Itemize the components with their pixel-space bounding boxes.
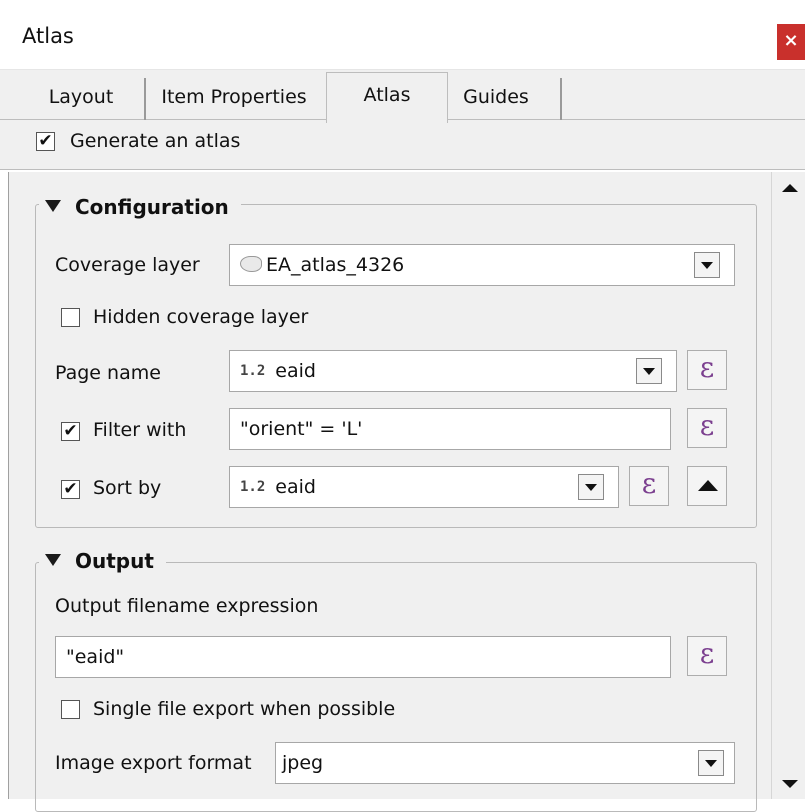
generate-atlas-checkbox[interactable]: ✔ xyxy=(36,132,55,151)
single-file-label: Single file export when possible xyxy=(93,698,396,720)
vertical-scrollbar[interactable] xyxy=(771,172,805,799)
output-filename-input[interactable]: "eaid" xyxy=(55,636,671,678)
sort-by-combo[interactable]: 1.2 eaid xyxy=(229,466,619,508)
tab-bar: Layout Item Properties Atlas Guides xyxy=(0,70,805,123)
generate-atlas-label: Generate an atlas xyxy=(70,130,241,152)
title-bar: Atlas × xyxy=(0,0,805,70)
numeric-field-icon: 1.2 xyxy=(240,363,266,379)
scroll-down-icon[interactable] xyxy=(782,780,798,788)
coverage-layer-value: EA_atlas_4326 xyxy=(266,254,405,276)
configuration-header[interactable]: Configuration xyxy=(39,195,241,219)
output-title: Output xyxy=(75,549,154,573)
page-name-value: eaid xyxy=(275,360,316,382)
filter-with-checkbox[interactable]: ✔ xyxy=(61,422,80,441)
window-title: Atlas xyxy=(22,24,74,48)
sort-by-label: Sort by xyxy=(93,477,162,499)
image-format-combo[interactable]: jpeg xyxy=(275,742,735,784)
close-button[interactable]: × xyxy=(777,24,805,60)
page-name-label: Page name xyxy=(55,362,161,384)
page-name-dropdown-icon[interactable] xyxy=(636,358,662,384)
image-format-value: jpeg xyxy=(282,752,324,774)
tab-layout[interactable]: Layout xyxy=(18,78,146,120)
single-file-checkbox[interactable] xyxy=(61,700,80,719)
scroll-up-icon[interactable] xyxy=(782,184,798,192)
sort-ascending-button[interactable] xyxy=(687,466,727,506)
numeric-field-icon: 1.2 xyxy=(240,479,266,495)
atlas-settings-panel: Configuration Coverage layer EA_atlas_43… xyxy=(8,172,771,812)
filter-expression-input[interactable]: "orient" = 'L' xyxy=(229,408,671,450)
output-header[interactable]: Output xyxy=(39,549,166,573)
generate-atlas-row: ✔ Generate an atlas xyxy=(0,120,805,170)
image-format-label: Image export format xyxy=(55,752,252,774)
sort-by-checkbox[interactable]: ✔ xyxy=(61,480,80,499)
image-format-dropdown-icon[interactable] xyxy=(698,750,724,776)
collapse-triangle-icon xyxy=(45,200,61,212)
output-filename-label: Output filename expression xyxy=(55,595,319,617)
page-name-combo[interactable]: 1.2 eaid xyxy=(229,350,677,392)
coverage-layer-dropdown-icon[interactable] xyxy=(694,252,720,278)
coverage-layer-label: Coverage layer xyxy=(55,254,200,276)
tab-item-properties[interactable]: Item Properties xyxy=(134,78,334,120)
filter-expression-button[interactable]: ε xyxy=(687,408,727,448)
configuration-title: Configuration xyxy=(75,195,229,219)
polygon-layer-icon xyxy=(240,256,262,272)
hidden-coverage-checkbox[interactable] xyxy=(61,308,80,327)
sort-by-dropdown-icon[interactable] xyxy=(578,474,604,500)
output-filename-expression-button[interactable]: ε xyxy=(687,636,727,676)
collapse-triangle-icon xyxy=(45,554,61,566)
filter-with-label: Filter with xyxy=(93,419,187,441)
tab-guides[interactable]: Guides xyxy=(432,78,562,120)
page-name-expression-button[interactable]: ε xyxy=(687,350,727,390)
sort-expression-button[interactable]: ε xyxy=(629,466,669,506)
hidden-coverage-label: Hidden coverage layer xyxy=(93,306,309,328)
tab-atlas[interactable]: Atlas xyxy=(326,72,448,123)
coverage-layer-combo[interactable]: EA_atlas_4326 xyxy=(229,244,735,286)
sort-by-value: eaid xyxy=(275,476,316,498)
